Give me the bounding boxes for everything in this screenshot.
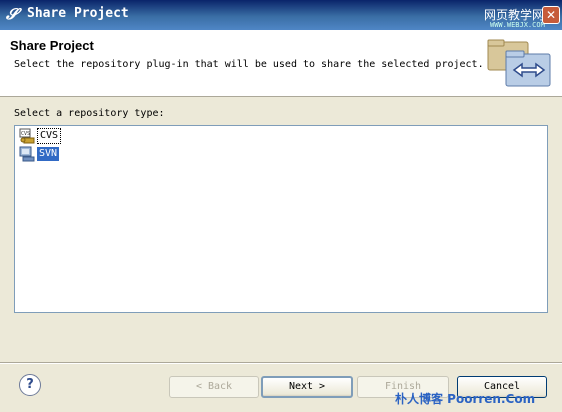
watermark-top-subtext: WWW.WEBJX.COM (490, 21, 545, 29)
watermark-bottom-text: 朴人博客 Poorren.Com (395, 392, 536, 406)
close-button[interactable]: ✕ (542, 6, 560, 24)
repository-type-label: Select a repository type: (14, 108, 165, 119)
repository-type-list[interactable]: CVS CVS SVN (14, 125, 548, 313)
back-button[interactable]: < Back (169, 376, 259, 398)
window-title: Share Project (27, 6, 129, 21)
list-item-cvs[interactable]: CVS CVS (19, 128, 62, 144)
svn-repository-icon (19, 146, 35, 162)
page-description: Select the repository plug-in that will … (14, 59, 484, 70)
next-button[interactable]: Next > (261, 376, 353, 398)
wizard-folders-arrows-graphic (487, 39, 551, 87)
cvs-repository-icon: CVS (19, 128, 35, 144)
list-item-svn[interactable]: SVN (19, 146, 60, 162)
page-title: Share Project (10, 38, 94, 53)
svg-text:CVS: CVS (21, 131, 30, 137)
title-bar[interactable]: 𝓢 Share Project 网页教学网 WWW.WEBJX.COM ✕ (0, 0, 562, 30)
list-item-label: SVN (37, 147, 60, 161)
wizard-banner: Share Project Select the repository plug… (0, 30, 562, 97)
help-icon[interactable]: ? (19, 374, 41, 396)
eclipse-icon: 𝓢 (6, 5, 18, 23)
list-item-label: CVS (37, 128, 62, 144)
footer-separator (0, 362, 562, 364)
share-project-dialog: 𝓢 Share Project 网页教学网 WWW.WEBJX.COM ✕ Sh… (0, 0, 562, 412)
